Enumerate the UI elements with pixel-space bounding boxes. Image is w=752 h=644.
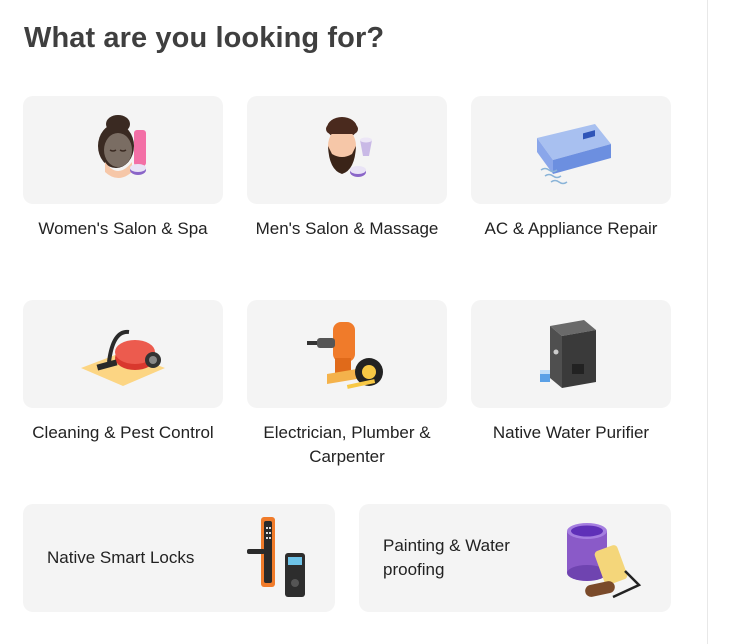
category-label-painting: Painting & Water proofing (383, 536, 510, 579)
category-card-womens-salon[interactable] (23, 96, 223, 204)
category-card-electrician[interactable] (247, 300, 447, 408)
page-divider (707, 0, 708, 644)
air-conditioner-icon (537, 124, 611, 185)
category-label-mens-salon: Men's Salon & Massage (255, 219, 439, 238)
page-title: What are you looking for? (24, 22, 385, 54)
smart-lock-icon (247, 517, 305, 597)
category-card-painting[interactable]: Painting & Water proofing (359, 504, 671, 612)
woman-face-mask-icon (98, 115, 146, 178)
vacuum-cleaner-icon (81, 329, 165, 386)
category-label-smart-locks: Native Smart Locks (47, 548, 195, 567)
water-purifier-icon (540, 320, 596, 388)
category-label-electrician: Electrician, Plumber & Carpenter (263, 423, 431, 466)
category-label-ac-repair: AC & Appliance Repair (484, 219, 658, 238)
category-label-water-purifier: Native Water Purifier (492, 423, 650, 442)
category-card-water-purifier[interactable] (471, 300, 671, 408)
paint-roller-icon (567, 523, 642, 599)
category-card-smart-locks[interactable]: Native Smart Locks (23, 504, 335, 612)
drill-tape-icon (307, 322, 383, 389)
category-card-cleaning[interactable] (23, 300, 223, 408)
category-label-womens-salon: Women's Salon & Spa (38, 219, 208, 238)
category-card-mens-salon[interactable] (247, 96, 447, 204)
category-card-ac-repair[interactable] (471, 96, 671, 204)
category-label-cleaning: Cleaning & Pest Control (32, 423, 214, 442)
man-beard-icon (326, 117, 372, 177)
